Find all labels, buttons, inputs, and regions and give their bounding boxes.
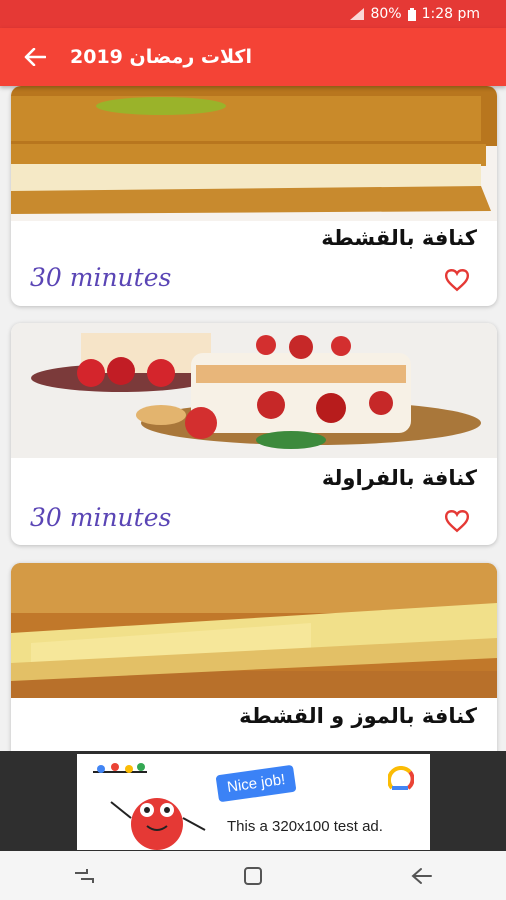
recipe-list[interactable]: كنافة بالقشطة 30 minutes كنافة بالفراولة… [0, 86, 506, 751]
recipe-title: كنافة بالموز و القشطة [239, 704, 477, 728]
recent-apps-icon [75, 868, 95, 883]
back-nav-icon [411, 867, 432, 884]
arrow-back-icon [24, 48, 46, 66]
recipe-card[interactable]: كنافة بالفراولة 30 minutes [11, 323, 497, 545]
battery-level: 80% [370, 6, 402, 22]
ad-text: This a 320x100 test ad. [227, 818, 383, 835]
recipe-card[interactable]: كنافة بالموز و القشطة [11, 563, 497, 751]
back-button[interactable] [0, 28, 70, 86]
recipe-image [11, 86, 497, 221]
clock: 1:28 pm [421, 6, 480, 22]
test-ad[interactable]: Nice job! This a 320x100 test ad. [77, 754, 430, 850]
app-bar: اكلات رمضان 2019 [0, 28, 506, 86]
recipe-card[interactable]: كنافة بالقشطة 30 minutes [11, 86, 497, 306]
nice-job-badge: Nice job! [215, 764, 297, 803]
ad-logo-icon [388, 766, 414, 790]
page-title: اكلات رمضان 2019 [70, 46, 252, 68]
navigation-bar [0, 851, 506, 900]
recipe-title: كنافة بالقشطة [321, 226, 477, 250]
recipe-title: كنافة بالفراولة [321, 466, 477, 490]
recent-apps-button[interactable] [54, 856, 114, 896]
recipe-image [11, 563, 497, 698]
heart-icon[interactable] [444, 268, 470, 292]
home-button[interactable] [223, 856, 283, 896]
home-icon [243, 866, 262, 885]
battery-icon [407, 7, 416, 21]
ad-banner[interactable]: Nice job! This a 320x100 test ad. [0, 751, 506, 851]
recipe-duration: 30 minutes [30, 503, 172, 532]
recipe-duration: 30 minutes [30, 263, 172, 292]
ad-mascot-icon [93, 763, 206, 850]
signal-icon [350, 8, 365, 20]
heart-icon[interactable] [444, 509, 470, 533]
back-nav-button[interactable] [392, 856, 452, 896]
status-bar: 80% 1:28 pm [0, 0, 506, 28]
recipe-image [11, 323, 497, 458]
